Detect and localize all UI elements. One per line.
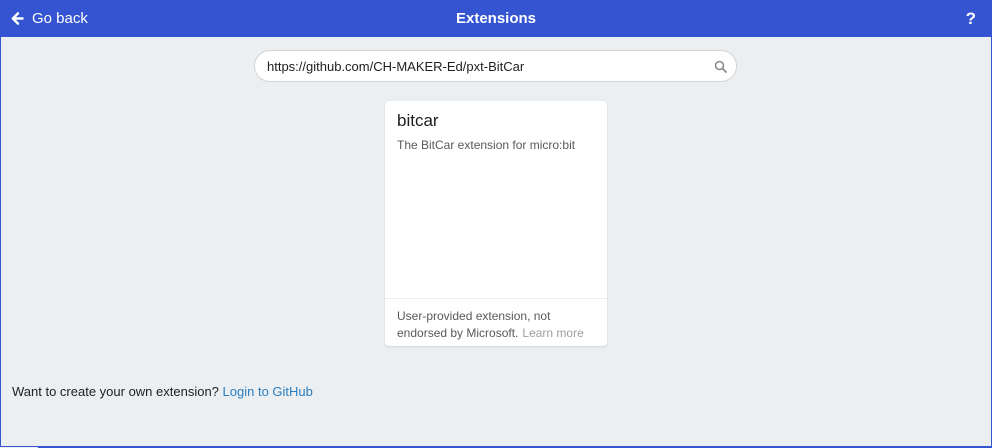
card-divider — [385, 298, 607, 299]
search-input[interactable] — [267, 51, 697, 81]
arrow-left-icon — [11, 12, 24, 25]
search-box — [254, 50, 737, 82]
login-github-link[interactable]: Login to GitHub — [223, 384, 313, 399]
extension-card[interactable]: bitcar The BitCar extension for micro:bi… — [385, 101, 607, 346]
extension-disclaimer: User-provided extension, not endorsed by… — [397, 308, 602, 342]
create-extension-prompt: Want to create your own extension? Login… — [12, 384, 313, 399]
page-title: Extensions — [455, 10, 537, 27]
go-back-button[interactable]: Go back — [11, 0, 88, 37]
help-button[interactable]: ? — [966, 0, 976, 37]
extension-name: bitcar — [397, 111, 439, 130]
go-back-label: Go back — [32, 10, 88, 27]
create-extension-text: Want to create your own extension? — [12, 384, 219, 399]
search-icon[interactable] — [714, 60, 727, 78]
learn-more-link[interactable]: Learn more — [522, 326, 583, 340]
extension-description: The BitCar extension for micro:bit — [397, 138, 576, 152]
header-bar: Go back Extensions ? — [0, 0, 992, 37]
